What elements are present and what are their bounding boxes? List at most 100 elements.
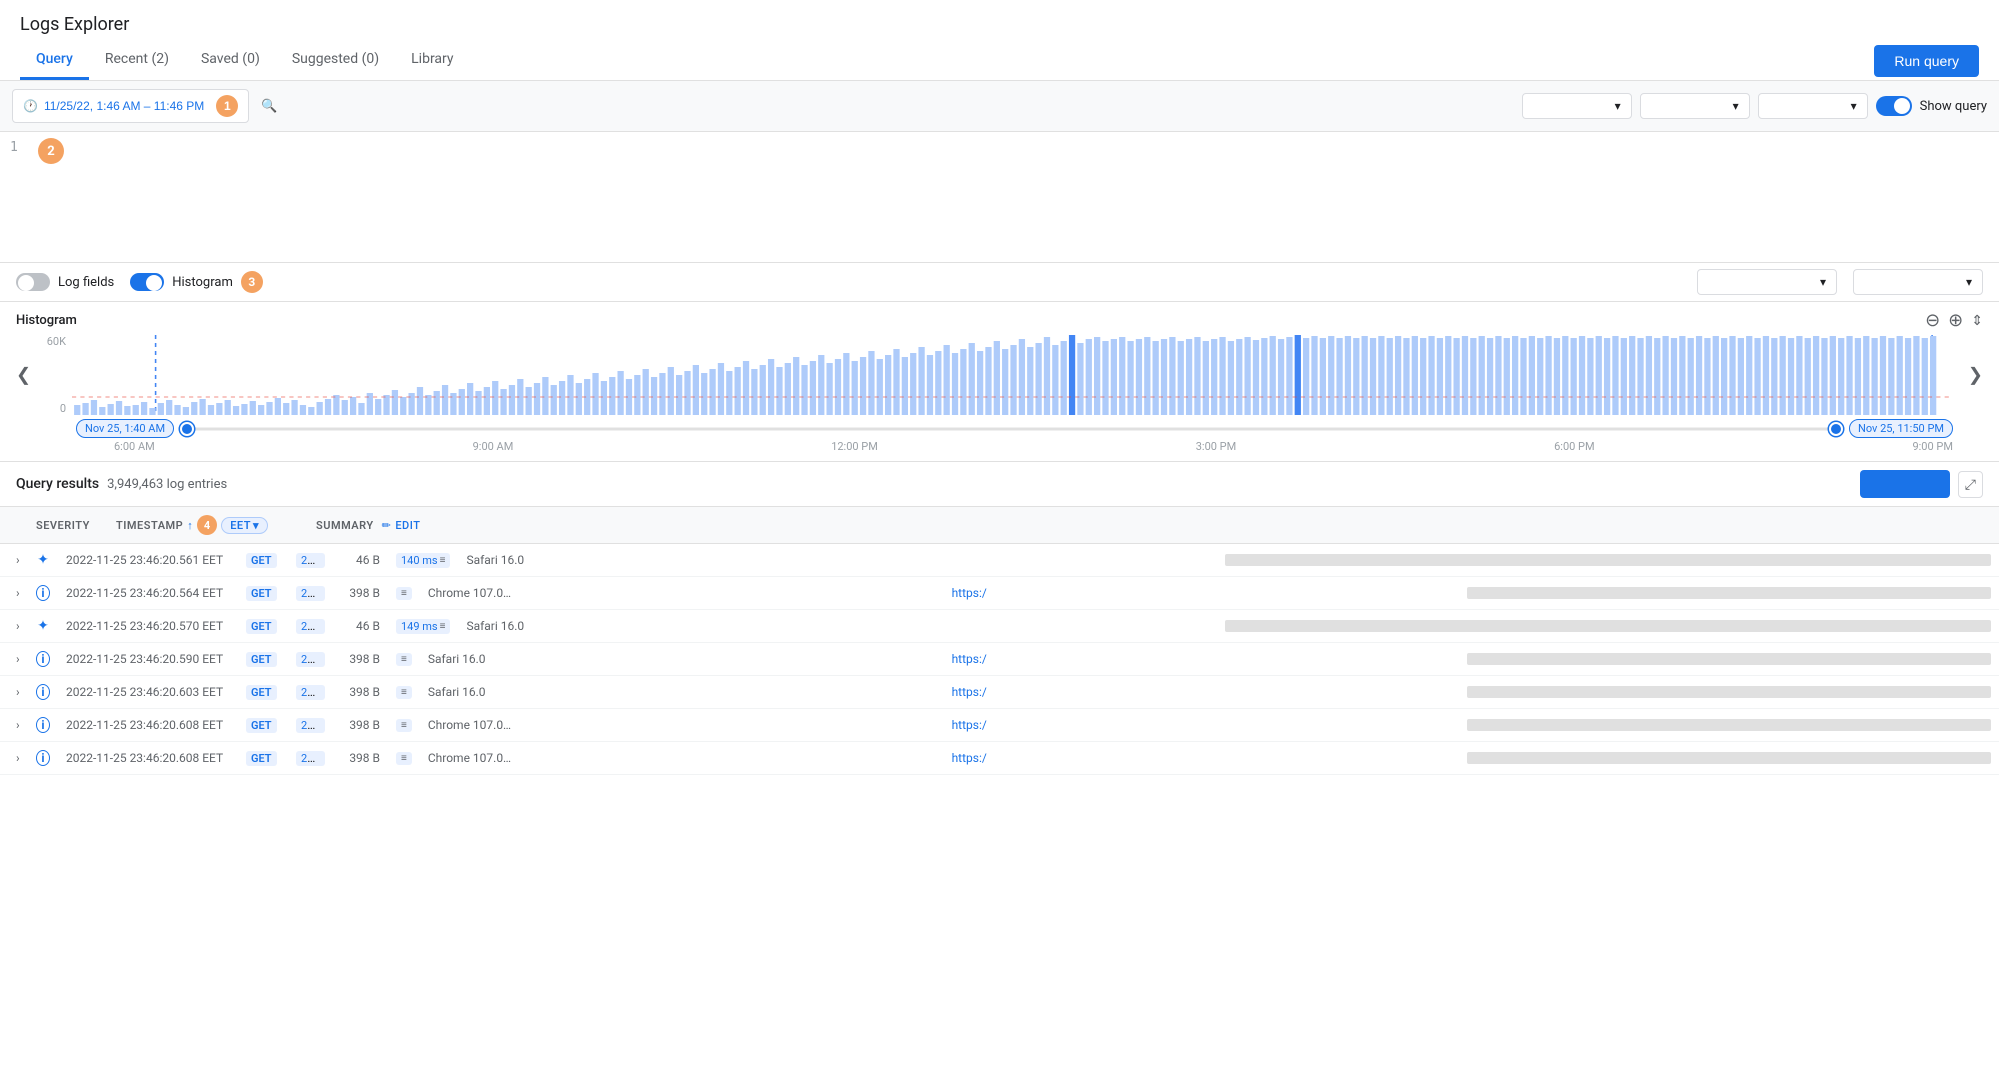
latency-cell: ≡ [388, 715, 420, 736]
timestamp-cell: 2022-11-25 23:46:20.608 EET [58, 747, 238, 769]
expand-arrow[interactable]: › [8, 681, 28, 703]
histogram-label: Histogram [172, 275, 233, 290]
latency-cell: ≡ [388, 748, 420, 769]
x-label-9am: 9:00 AM [473, 440, 514, 453]
redacted-cell [1225, 554, 1991, 566]
timeline-dot-left[interactable] [180, 422, 194, 436]
controls-bar: Log fields Histogram 3 ▾ ▾ [0, 263, 1999, 302]
th-severity: SEVERITY [28, 515, 108, 536]
tab-suggested[interactable]: Suggested (0) [276, 41, 395, 80]
th-timestamp[interactable]: TIMESTAMP ↑ 4 EET ▾ [108, 511, 308, 539]
eet-badge[interactable]: EET ▾ [221, 517, 268, 534]
method-badge: GET [238, 648, 288, 670]
line-number-1: 1 [10, 140, 18, 155]
browser-cell: Safari 16.0 [420, 648, 944, 670]
x-label-3pm: 3:00 PM [1196, 440, 1236, 453]
histogram-y-axis: 60K 0 [30, 335, 70, 415]
expand-arrow[interactable]: › [8, 615, 28, 637]
method-badge: GET [238, 681, 288, 703]
th-summary: SUMMARY ✏ EDIT [308, 515, 1991, 536]
size-cell: 46 B [328, 615, 388, 637]
url-cell: https:/ [944, 681, 1468, 703]
browser-cell: Chrome 107.0… [420, 714, 944, 736]
browser-cell: Safari 16.0 [420, 681, 944, 703]
severity-icon: i [28, 746, 58, 770]
pencil-icon: ✏ [382, 519, 392, 532]
zoom-out-button[interactable]: ⊖ [1925, 310, 1940, 331]
expand-results-button[interactable]: ⤢ [1958, 471, 1983, 498]
redacted-cell [1467, 719, 1991, 731]
tab-library[interactable]: Library [395, 41, 469, 80]
filter-dropdown-1[interactable]: ▾ [1522, 93, 1632, 119]
expand-arrow[interactable]: › [8, 582, 28, 604]
status-badge: 200 [288, 747, 328, 769]
browser-cell: Safari 16.0 [458, 549, 1224, 571]
severity-icon: i [28, 647, 58, 671]
redacted-cell [1467, 686, 1991, 698]
results-action-button[interactable] [1860, 470, 1950, 498]
browser-cell: Chrome 107.0… [420, 747, 944, 769]
chevron-down-icon-3: ▾ [1851, 99, 1857, 113]
timestamp-cell: 2022-11-25 23:46:20.561 EET [58, 549, 238, 571]
zoom-in-button[interactable]: ⊕ [1948, 310, 1963, 331]
code-editor[interactable]: 1 2 [0, 132, 1999, 263]
redacted-cell [1467, 653, 1991, 665]
search-icon-wrap[interactable]: 🔍 [257, 95, 281, 118]
expand-arrow[interactable]: › [8, 714, 28, 736]
size-cell: 398 B [328, 648, 388, 670]
query-editor-input[interactable] [0, 140, 1999, 250]
time-range-button[interactable]: 🕐 11/25/22, 1:46 AM – 11:46 PM 1 [12, 89, 249, 123]
histogram-nav-right[interactable]: ❯ [1968, 365, 1983, 386]
tab-recent[interactable]: Recent (2) [89, 41, 185, 80]
expand-arrow[interactable]: › [8, 549, 28, 571]
expand-arrow[interactable]: › [8, 648, 28, 670]
results-bar: Query results 3,949,463 log entries ⤢ [0, 462, 1999, 507]
controls-dropdown-1[interactable]: ▾ [1697, 269, 1837, 295]
severity-icon: i [28, 680, 58, 704]
severity-icon: ✦ [28, 614, 58, 638]
timeline-dot-right[interactable] [1829, 422, 1843, 436]
clock-icon: 🕐 [23, 99, 38, 113]
filter-dropdown-3[interactable]: ▾ [1758, 93, 1868, 119]
redacted-cell [1467, 752, 1991, 764]
browser-cell: Chrome 107.0… [420, 582, 944, 604]
tab-query[interactable]: Query [20, 41, 89, 80]
results-count: 3,949,463 log entries [107, 477, 227, 492]
callout-2: 2 [38, 138, 64, 164]
table-row[interactable]: › ✦ 2022-11-25 23:46:20.570 EET GET 200 … [0, 610, 1999, 643]
redacted-cell [1225, 620, 1991, 632]
histogram-toggle[interactable] [130, 273, 164, 291]
timestamp-cell: 2022-11-25 23:46:20.590 EET [58, 648, 238, 670]
x-label-6pm: 6:00 PM [1554, 440, 1594, 453]
table-row[interactable]: › i 2022-11-25 23:46:20.603 EET GET 200 … [0, 676, 1999, 709]
tab-saved[interactable]: Saved (0) [185, 41, 276, 80]
table-row[interactable]: › ✦ 2022-11-25 23:46:20.561 EET GET 200 … [0, 544, 1999, 577]
expand-collapse-button[interactable]: ⇕ [1971, 310, 1983, 331]
size-cell: 46 B [328, 549, 388, 571]
edit-button[interactable]: ✏ EDIT [382, 519, 421, 532]
controls-dropdown-2[interactable]: ▾ [1853, 269, 1983, 295]
results-title: Query results [16, 476, 99, 492]
callout-3: 3 [241, 271, 263, 293]
tabs-bar: Query Recent (2) Saved (0) Suggested (0)… [0, 41, 1999, 81]
show-query-toggle[interactable] [1876, 96, 1912, 116]
timeline-row: Nov 25, 1:40 AM Nov 25, 11:50 PM [16, 415, 1983, 438]
query-search-input[interactable] [289, 99, 897, 114]
table-row[interactable]: › i 2022-11-25 23:46:20.608 EET GET 200 … [0, 709, 1999, 742]
stack-icon: ≡ [401, 720, 407, 731]
stack-icon: ≡ [401, 687, 407, 698]
table-row[interactable]: › i 2022-11-25 23:46:20.590 EET GET 200 … [0, 643, 1999, 676]
log-fields-toggle[interactable] [16, 273, 50, 291]
histogram-nav-left[interactable]: ❮ [16, 365, 31, 386]
run-query-button[interactable]: Run query [1874, 45, 1979, 77]
latency-cell: ≡ [388, 682, 420, 703]
chevron-down-icon-1: ▾ [1615, 99, 1621, 113]
x-axis-labels: 6:00 AM 9:00 AM 12:00 PM 3:00 PM 6:00 PM… [16, 438, 1983, 457]
stack-icon: ≡ [440, 555, 446, 566]
show-query-label: Show query [1920, 99, 1987, 114]
expand-arrow[interactable]: › [8, 747, 28, 769]
filter-dropdown-2[interactable]: ▾ [1640, 93, 1750, 119]
table-row[interactable]: › i 2022-11-25 23:46:20.608 EET GET 200 … [0, 742, 1999, 775]
table-row[interactable]: › i 2022-11-25 23:46:20.564 EET GET 200 … [0, 577, 1999, 610]
redacted-cell [1467, 587, 1991, 599]
